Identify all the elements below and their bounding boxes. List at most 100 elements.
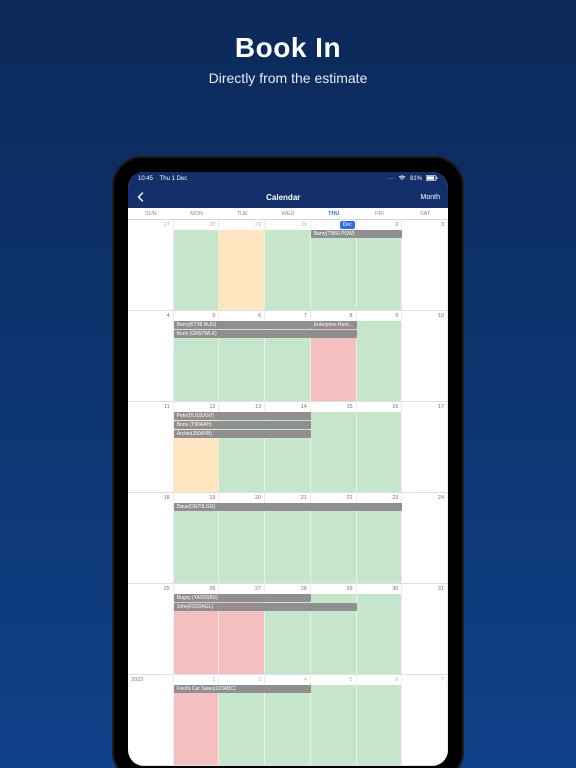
week-row: 45678910Barry(KT08 NUU)Enterprise Rent..… [128,311,448,402]
hero-subtitle: Directly from the estimate [0,70,576,86]
date-number: 12 [209,404,215,410]
weekday-cell: SUN [128,208,174,219]
date-number: 4 [167,313,170,319]
event-bar[interactable]: Fred's Car Sales(123ABC) [174,685,311,693]
day-background [357,230,402,310]
date-number: 18 [164,495,170,501]
week-row: 18192021222324Dave(GN70LGG) [128,493,448,584]
calendar-body[interactable]: 27282930Dec23Barry(TN50 POW)45678910Barr… [128,220,448,766]
day-background [402,412,447,492]
date-number: 14 [301,404,307,410]
day-cell[interactable]: 9 [357,311,403,401]
day-cell[interactable]: 16 [357,402,403,492]
date-number: 27 [164,222,170,228]
app-navbar: Calendar Month [128,186,448,208]
date-number: 13 [255,404,261,410]
date-number: 26 [209,586,215,592]
date-number: 3 [258,677,261,683]
day-cell[interactable]: 25 [128,584,174,674]
weekday-cell: WED [265,208,311,219]
day-background [311,685,356,765]
day-background [311,230,356,310]
statusbar-time: 10:45 [138,176,153,182]
day-cell[interactable]: 30 [265,220,311,310]
day-background [402,230,447,310]
event-bar[interactable]: Boris (T90AAH) [174,421,311,429]
day-cell[interactable]: 31 [402,584,448,674]
date-number: 5 [350,677,353,683]
date-number: 2 [395,222,398,228]
day-cell[interactable]: 29 [311,584,357,674]
day-background [265,685,310,765]
event-bar[interactable]: Enterprise Rent... [311,321,357,329]
event-bar[interactable]: Archie(J90AYB) [174,430,311,438]
day-cell[interactable]: 27 [128,220,174,310]
statusbar-battery-pct: 81% [410,176,422,182]
statusbar-right: ··· 81% [388,175,438,183]
day-background [174,230,219,310]
date-number: 20 [255,495,261,501]
date-number: 4 [304,677,307,683]
day-background [265,230,310,310]
day-cell[interactable]: 18 [128,493,174,583]
date-number: 6 [395,677,398,683]
day-cell[interactable]: 10 [402,311,448,401]
date-number: 31 [438,586,444,592]
date-number: 8 [350,313,353,319]
device-frame: 10:45 Thu 1 Dec ··· 81% Calendar Mo [114,158,462,768]
day-background [311,503,356,583]
date-number: 23 [392,495,398,501]
date-number: 28 [301,586,307,592]
event-bar[interactable]: Pete(DU10UGV) [174,412,311,420]
date-number: 6 [258,313,261,319]
weekday-cell: MON [174,208,220,219]
day-background [128,412,173,492]
day-background [128,230,173,310]
event-bar[interactable]: Dave(GN70LGG) [174,503,403,511]
day-cell[interactable]: 24 [402,493,448,583]
day-background [265,503,310,583]
day-cell[interactable]: 30 [357,584,403,674]
day-cell[interactable]: 3 [402,220,448,310]
week-row: 25 26 27 28 29 30 31 Bugsy (YA02GBX)John(FD22AG… [128,584,448,675]
day-cell[interactable]: 11 [128,402,174,492]
day-cell[interactable]: 5 [311,675,357,765]
ios-statusbar: 10:45 Thu 1 Dec ··· 81% [128,172,448,186]
screen: 10:45 Thu 1 Dec ··· 81% Calendar Mo [128,172,448,766]
event-bar[interactable]: Boris (GN57WLK) [174,330,357,338]
day-background [174,685,219,765]
date-number: 30 [301,222,307,228]
weekday-cell: THU [311,208,357,219]
today-pill: Dec [340,221,355,229]
event-bar[interactable]: Barry(TN50 POW) [311,230,402,238]
event-bar[interactable]: Barry(KT08 NUU) [174,321,311,329]
day-cell[interactable]: 17 [402,402,448,492]
day-background [128,594,173,674]
week-row: 27 2829 30 Dec 23Barry(TN50 POW) [128,220,448,311]
event-bar[interactable]: Bugsy (YA02GBX) [174,594,311,602]
day-background [128,321,173,401]
date-number: 16 [392,404,398,410]
day-cell[interactable]: 28 [174,220,220,310]
day-cell[interactable]: 2023 [128,675,174,765]
day-background [357,503,402,583]
hero-title: Book In [0,32,576,64]
date-number: 29 [346,586,352,592]
date-number: 27 [255,586,261,592]
day-cell[interactable]: 6 [357,675,403,765]
day-background [357,594,402,674]
day-background [128,685,173,765]
weekday-cell: FRI [357,208,403,219]
back-button[interactable] [136,192,146,202]
day-cell[interactable]: 15 [311,402,357,492]
day-background [219,685,264,765]
weekday-header: SUNMONTUEWEDTHUFRISAT [128,208,448,220]
day-cell[interactable]: 4 [128,311,174,401]
day-background [219,230,264,310]
event-bar[interactable]: John(FD22AGL) [174,603,357,611]
date-number: 21 [301,495,307,501]
day-cell[interactable]: 7 [402,675,448,765]
day-cell[interactable]: 29 [219,220,265,310]
date-number: 2 [212,677,215,683]
view-mode-button[interactable]: Month [421,194,440,201]
